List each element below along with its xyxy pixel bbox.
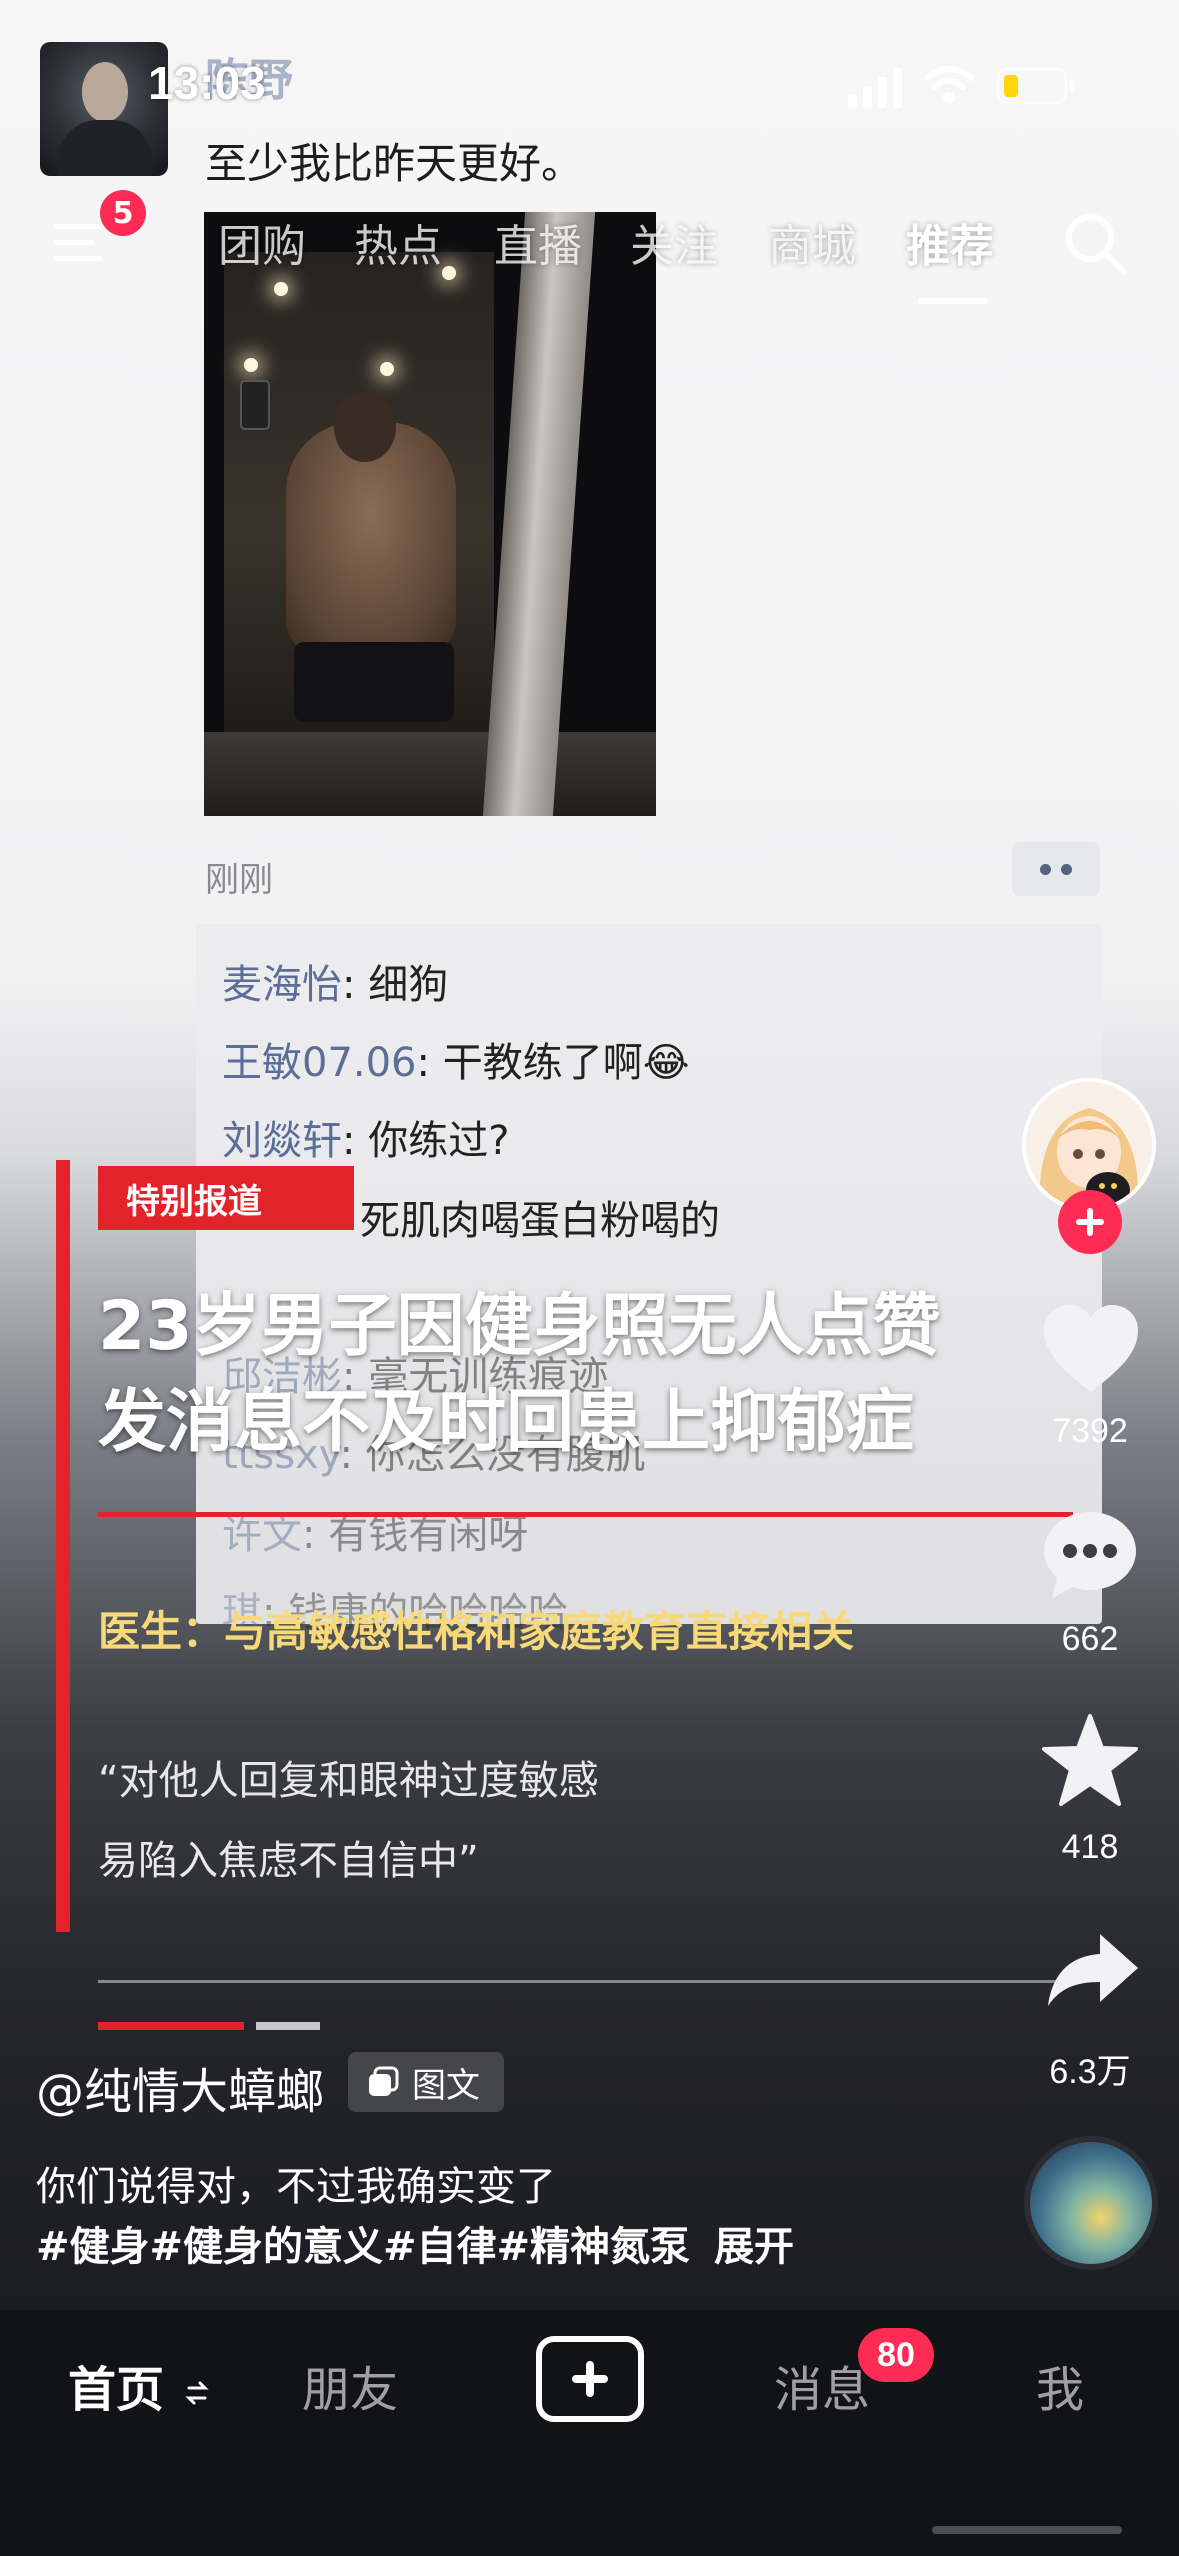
headline-line-1: 23岁男子因健身照无人点赞 [98,1287,941,1366]
share-count: 6.3万 [1049,2053,1131,2091]
expand-caption-button[interactable]: 展开 [714,2224,794,2270]
bottom-tab-friends[interactable]: 朋友 [302,2350,398,2420]
signal-icon [848,68,902,108]
image-text-chip-label: 图文 [412,2065,480,2106]
tab-mall[interactable]: 商城 [768,210,856,274]
image-page-indicator-active [98,2022,244,2030]
headline-line-2: 发消息不及时回患上抑郁症 [98,1383,915,1462]
menu-badge: 5 [100,190,146,236]
quote-line-2: 易陷入焦虑不自信中” [98,1838,479,1884]
like-heart-icon[interactable] [1040,1302,1142,1396]
image-page-indicator [256,2022,320,2030]
author-handle[interactable]: @纯情大蟑螂 [36,2052,324,2122]
bottom-tab-home-label: 首页 [68,2362,165,2418]
quote-line-1: “对他人回复和眼神过度敏感 [98,1758,599,1804]
battery-icon [996,67,1074,105]
stacked-images-icon [369,2066,399,2096]
caption-text: 你们说得对，不过我确实变了 [36,2164,556,2210]
plus-icon [572,2361,608,2397]
comment-item: 刘燚轩: 你练过? [222,1118,510,1164]
caption-hashtags-row: #健身#健身的意义#自律#精神氮泵 展开 [36,2214,794,2272]
caption-hashtags[interactable]: #健身#健身的意义#自律#精神氮泵 [36,2224,690,2270]
share-arrow-icon[interactable] [1044,1930,1140,2010]
follow-button[interactable] [1058,1190,1122,1254]
switch-arrows-icon [185,2381,209,2405]
music-disc[interactable] [1024,2136,1158,2270]
comment-item: 麦海怡: 细狗 [222,962,449,1008]
comment-icon[interactable] [1040,1508,1140,1602]
post-photo[interactable] [204,212,656,816]
tab-following[interactable]: 关注 [630,210,718,274]
bottom-tab-me[interactable]: 我 [1036,2350,1084,2420]
tab-recommend[interactable]: 推荐 [906,210,994,274]
bottom-tab-home[interactable]: 首页 [68,2350,209,2420]
like-count: 7392 [1052,1412,1128,1450]
favorite-count: 418 [1061,1828,1119,1866]
special-report-tag: 特别报道 [98,1166,354,1230]
tab-hot[interactable]: 热点 [354,210,442,274]
favorite-star-icon[interactable] [1040,1712,1140,1808]
home-indicator [932,2526,1122,2534]
image-text-chip[interactable]: 图文 [348,2052,504,2112]
bottom-tab-messages[interactable]: 消息 [774,2350,870,2420]
wifi-icon [924,66,974,104]
plus-icon [1076,1208,1104,1236]
overlay-accent-bar [56,1160,70,1932]
doctor-quote: 医生：与高敏感性格和家庭教育直接相关 [98,1607,855,1656]
overlay-divider [98,1512,1073,1517]
comment-item: 王敏07.06: 干教练了啊😂 [222,1040,690,1086]
post-text: 至少我比昨天更好。 [205,139,584,188]
create-button[interactable] [536,2336,644,2422]
comment-item: 死肌肉喝蛋白粉喝的 [360,1198,720,1244]
active-tab-indicator [918,298,988,304]
search-icon[interactable] [1060,208,1130,278]
tab-live[interactable]: 直播 [494,210,582,274]
status-time: 13:03 [148,57,266,109]
video-progress-line[interactable] [98,1980,1060,1983]
tab-group-buy[interactable]: 团购 [218,210,306,274]
comment-count: 662 [1061,1620,1119,1658]
post-timestamp: 刚刚 [205,860,273,900]
menu-icon[interactable] [50,218,110,268]
comment-item: 许文: 有钱有闲呀 [222,1512,529,1558]
messages-badge: 80 [858,2328,934,2382]
post-more-button[interactable] [1012,842,1100,896]
